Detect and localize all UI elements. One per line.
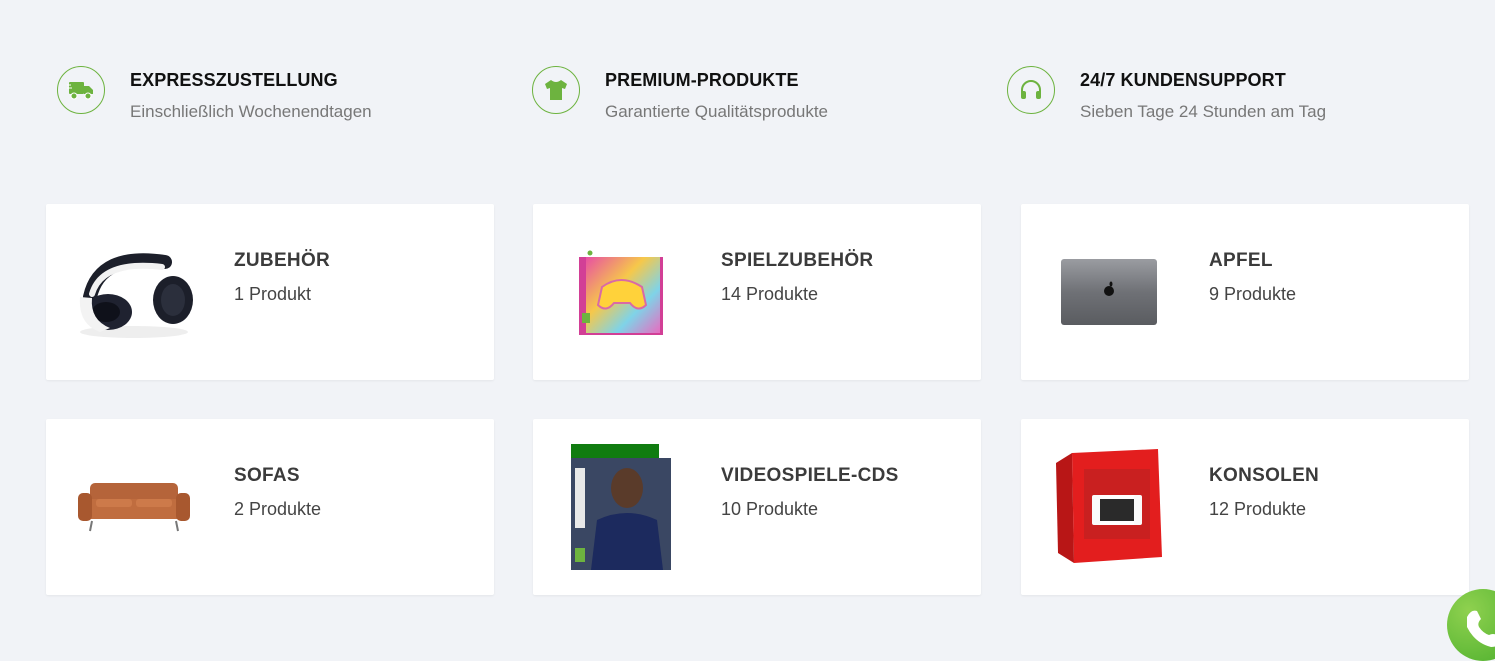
category-card-zubehoer[interactable]: ZUBEHÖR 1 Produkt bbox=[46, 204, 494, 380]
category-product-count: 14 Produkte bbox=[721, 284, 819, 304]
feature-title: EXPRESSZUSTELLUNG bbox=[130, 70, 338, 90]
category-product-count: 1 Produkt bbox=[234, 284, 312, 304]
category-product-count: 2 Produkte bbox=[234, 499, 322, 519]
feature-customer-support: 24/7 KUNDENSUPPORT Sieben Tage 24 Stunde… bbox=[1007, 66, 1447, 126]
feature-express-delivery: EXPRESSZUSTELLUNG Einschließlich Wochene… bbox=[57, 66, 497, 126]
category-title: VIDEOSPIELE-CDS bbox=[721, 465, 899, 486]
category-card-videospiele-cds[interactable]: VIDEOSPIELE-CDS 10 Produkte bbox=[533, 419, 981, 595]
sofa-image bbox=[70, 444, 198, 570]
game-cover-image bbox=[557, 444, 685, 570]
chat-widget-button[interactable] bbox=[1447, 589, 1495, 661]
category-card-spielzubehoer[interactable]: SPIELZUBEHÖR 14 Produkte bbox=[533, 204, 981, 380]
category-product-count: 9 Produkte bbox=[1209, 284, 1297, 304]
category-card-konsolen[interactable]: KONSOLEN 12 Produkte bbox=[1021, 419, 1469, 595]
category-title: SOFAS bbox=[234, 465, 300, 486]
feature-title: 24/7 KUNDENSUPPORT bbox=[1080, 70, 1286, 90]
phone-icon bbox=[1467, 610, 1495, 647]
category-title: SPIELZUBEHÖR bbox=[721, 250, 874, 271]
switch-box-image bbox=[1045, 444, 1173, 570]
category-product-count: 12 Produkte bbox=[1209, 499, 1307, 519]
truck-icon bbox=[57, 66, 105, 114]
category-card-apfel[interactable]: APFEL 9 Produkte bbox=[1021, 204, 1469, 380]
category-title: KONSOLEN bbox=[1209, 465, 1320, 486]
category-product-count: 10 Produkte bbox=[721, 499, 819, 519]
headset-icon bbox=[1007, 66, 1055, 114]
tshirt-icon bbox=[532, 66, 580, 114]
feature-title: PREMIUM-PRODUKTE bbox=[605, 70, 799, 90]
feature-subtitle: Garantierte Qualitätsprodukte bbox=[605, 102, 829, 121]
feature-subtitle: Sieben Tage 24 Stunden am Tag bbox=[1080, 102, 1327, 121]
macbook-image bbox=[1045, 229, 1173, 355]
controller-box-image bbox=[557, 229, 685, 355]
features-bar: EXPRESSZUSTELLUNG Einschließlich Wochene… bbox=[0, 0, 1495, 200]
feature-subtitle: Einschließlich Wochenendtagen bbox=[130, 102, 372, 121]
category-title: ZUBEHÖR bbox=[234, 250, 331, 271]
category-title: APFEL bbox=[1209, 250, 1273, 271]
headphones-image bbox=[70, 229, 198, 355]
category-card-sofas[interactable]: SOFAS 2 Produkte bbox=[46, 419, 494, 595]
feature-premium-products: PREMIUM-PRODUKTE Garantierte Qualitätspr… bbox=[532, 66, 972, 126]
